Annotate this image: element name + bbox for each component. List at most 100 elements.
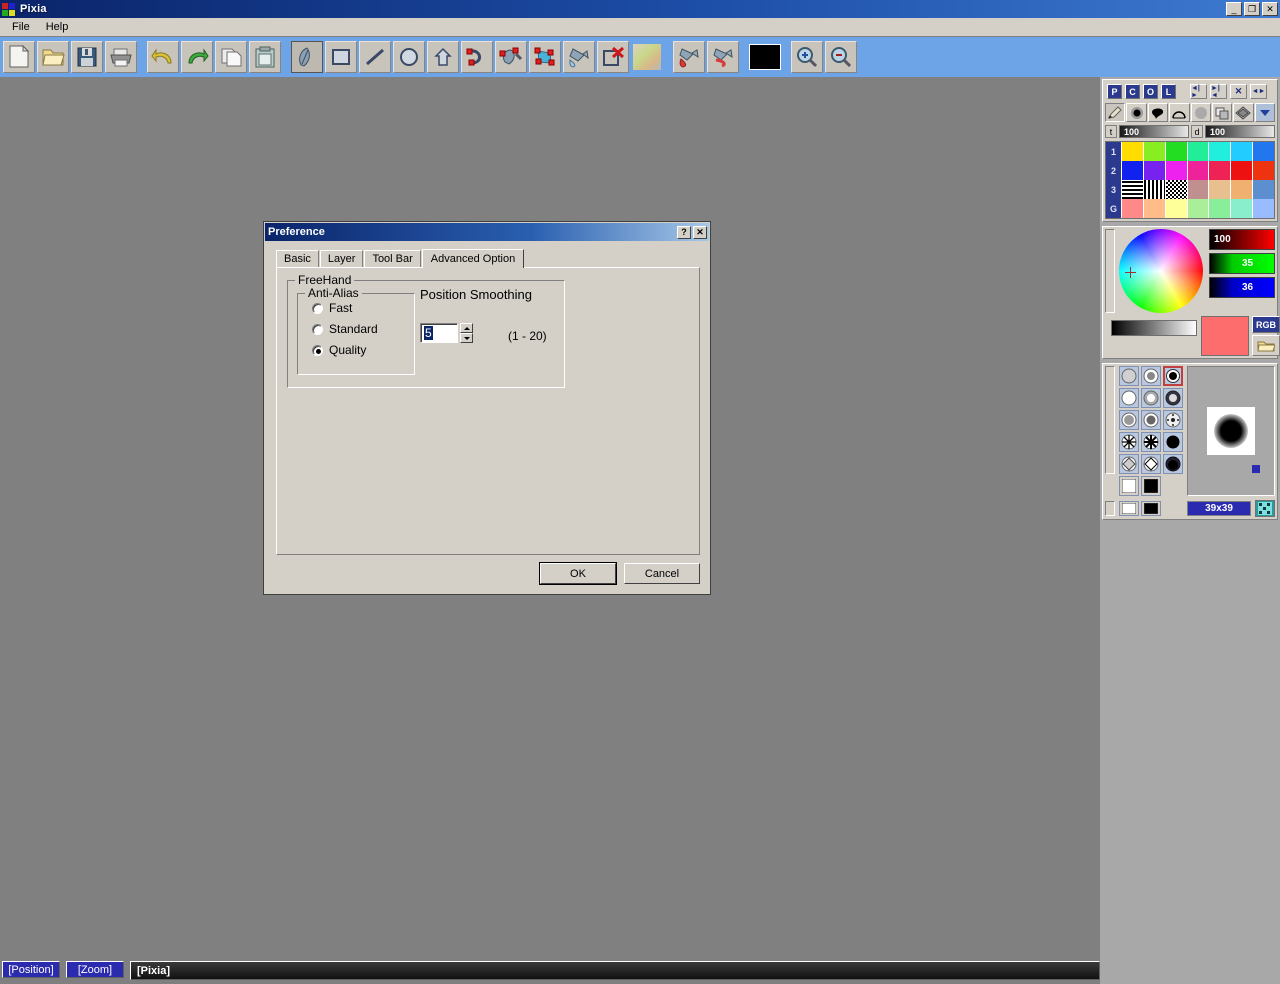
freehand-brush-tool[interactable] <box>291 41 323 73</box>
palette-swatch[interactable] <box>1187 142 1210 161</box>
palette-swatch[interactable] <box>1231 142 1254 161</box>
chevron-down-icon[interactable] <box>1254 103 1275 122</box>
thickness-track[interactable]: 100 <box>1119 125 1189 138</box>
palette-swatch[interactable] <box>1209 180 1232 199</box>
palette-row-label[interactable]: 2 <box>1106 161 1122 180</box>
brush-shape[interactable] <box>1141 366 1161 386</box>
palette-swatch[interactable] <box>1187 199 1210 218</box>
tab-tool-bar[interactable]: Tool Bar <box>364 250 421 267</box>
arc-tool[interactable] <box>1169 103 1190 122</box>
minimize-button[interactable]: _ <box>1226 2 1242 16</box>
gradient-tool[interactable] <box>631 41 663 73</box>
zoom-out-button[interactable] <box>825 41 857 73</box>
panel-o-button[interactable]: O <box>1143 84 1158 99</box>
stepper-down-button[interactable] <box>460 333 473 343</box>
brush-shape[interactable] <box>1119 432 1139 452</box>
menu-help[interactable]: Help <box>38 19 77 35</box>
brush-shape[interactable] <box>1119 454 1139 474</box>
brush-list-scrollbar[interactable] <box>1105 366 1115 474</box>
status-position[interactable]: [Position] <box>2 961 60 978</box>
expand-horizontal-icon[interactable]: ◄|► <box>1190 84 1207 99</box>
palette-swatch[interactable] <box>1122 161 1144 180</box>
palette-swatch[interactable] <box>1122 142 1144 161</box>
panel-c-button[interactable]: C <box>1125 84 1140 99</box>
blue-channel-slider[interactable]: 36 <box>1209 277 1275 298</box>
undo-button[interactable] <box>147 41 179 73</box>
position-smoothing-stepper[interactable]: 5 <box>420 323 473 343</box>
brush-size-label[interactable]: 39x39 <box>1187 501 1251 516</box>
brush-shape-selected[interactable] <box>1163 366 1183 386</box>
status-zoom[interactable]: [Zoom] <box>66 961 124 978</box>
palette-row-label[interactable]: 3 <box>1106 180 1122 199</box>
palette-swatch[interactable] <box>1209 142 1232 161</box>
brush-black-preset[interactable] <box>1141 501 1161 516</box>
polygon-fill-tool[interactable] <box>529 41 561 73</box>
close-button[interactable]: ✕ <box>1262 2 1278 16</box>
brush-shape[interactable] <box>1119 476 1139 496</box>
palette-swatch[interactable] <box>1187 180 1210 199</box>
brush-shape[interactable] <box>1163 388 1183 408</box>
folder-open-icon[interactable] <box>1252 335 1280 356</box>
blob-tool[interactable] <box>1147 103 1169 122</box>
solid-dot-tool[interactable] <box>1126 103 1147 122</box>
brush-shape[interactable] <box>1163 432 1183 452</box>
brush-shape[interactable] <box>1141 454 1161 474</box>
palette-swatch[interactable] <box>1143 161 1166 180</box>
pour-line-tool[interactable] <box>707 41 739 73</box>
palette-swatch[interactable] <box>1253 180 1275 199</box>
position-smoothing-input[interactable]: 5 <box>420 323 458 343</box>
palette-swatch[interactable] <box>1143 180 1166 199</box>
palette-swatch[interactable] <box>1253 199 1275 218</box>
print-button[interactable] <box>105 41 137 73</box>
radio-fast[interactable]: Fast <box>312 301 414 315</box>
maximize-button[interactable]: ❐ <box>1244 2 1260 16</box>
palette-swatch[interactable] <box>1231 161 1254 180</box>
new-file-button[interactable] <box>3 41 35 73</box>
red-channel-slider[interactable]: 100 <box>1209 229 1275 250</box>
palette-row-label[interactable]: G <box>1106 199 1122 218</box>
clear-tool[interactable] <box>597 41 629 73</box>
palette-swatch[interactable] <box>1165 142 1188 161</box>
palette-swatch[interactable] <box>1253 161 1275 180</box>
size-scroll-stub[interactable] <box>1105 501 1115 516</box>
toggle-panel-icon[interactable]: ◄► <box>1250 84 1267 99</box>
palette-swatch[interactable] <box>1143 199 1166 218</box>
stepper-up-button[interactable] <box>460 323 473 333</box>
palette-row-label[interactable]: 1 <box>1106 142 1122 161</box>
density-track[interactable]: 100 <box>1205 125 1275 138</box>
collapse-horizontal-icon[interactable]: ►|◄ <box>1210 84 1227 99</box>
tab-basic[interactable]: Basic <box>276 250 319 267</box>
curve-tool[interactable] <box>461 41 493 73</box>
line-tool[interactable] <box>359 41 391 73</box>
rgb-mode-button[interactable]: RGB <box>1252 316 1280 333</box>
brush-white-preset[interactable] <box>1119 501 1139 516</box>
current-color-preview[interactable] <box>1201 316 1249 356</box>
palette-swatch[interactable] <box>1165 199 1188 218</box>
radio-quality[interactable]: Quality <box>312 343 414 357</box>
brush-shape[interactable] <box>1141 410 1161 430</box>
brush-resize-handle[interactable] <box>1252 465 1260 473</box>
cancel-button[interactable]: Cancel <box>624 563 700 584</box>
brush-shape[interactable] <box>1141 476 1161 496</box>
brush-shape[interactable] <box>1163 454 1183 474</box>
thickness-slider[interactable]: t 100 d 100 <box>1105 125 1275 138</box>
rectangle-tool[interactable] <box>325 41 357 73</box>
dialog-close-button[interactable]: ✕ <box>693 225 707 239</box>
polygon-tool[interactable] <box>427 41 459 73</box>
fill-tool[interactable] <box>563 41 595 73</box>
ellipse-tool[interactable] <box>393 41 425 73</box>
brush-shape[interactable] <box>1119 366 1139 386</box>
pencil-tool[interactable] <box>1105 103 1126 122</box>
palette-swatch[interactable] <box>1143 142 1166 161</box>
panel-p-button[interactable]: P <box>1107 84 1122 99</box>
brush-shape[interactable] <box>1141 388 1161 408</box>
palette-swatch[interactable] <box>1209 199 1232 218</box>
palette-swatch[interactable] <box>1231 199 1254 218</box>
copy-button[interactable] <box>215 41 247 73</box>
brush-shape[interactable] <box>1141 432 1161 452</box>
close-panel-icon[interactable]: ✕ <box>1230 84 1247 99</box>
brush-shape[interactable] <box>1119 388 1139 408</box>
current-color-swatch[interactable] <box>749 44 781 70</box>
palette-swatch[interactable] <box>1122 199 1144 218</box>
zoom-in-button[interactable] <box>791 41 823 73</box>
